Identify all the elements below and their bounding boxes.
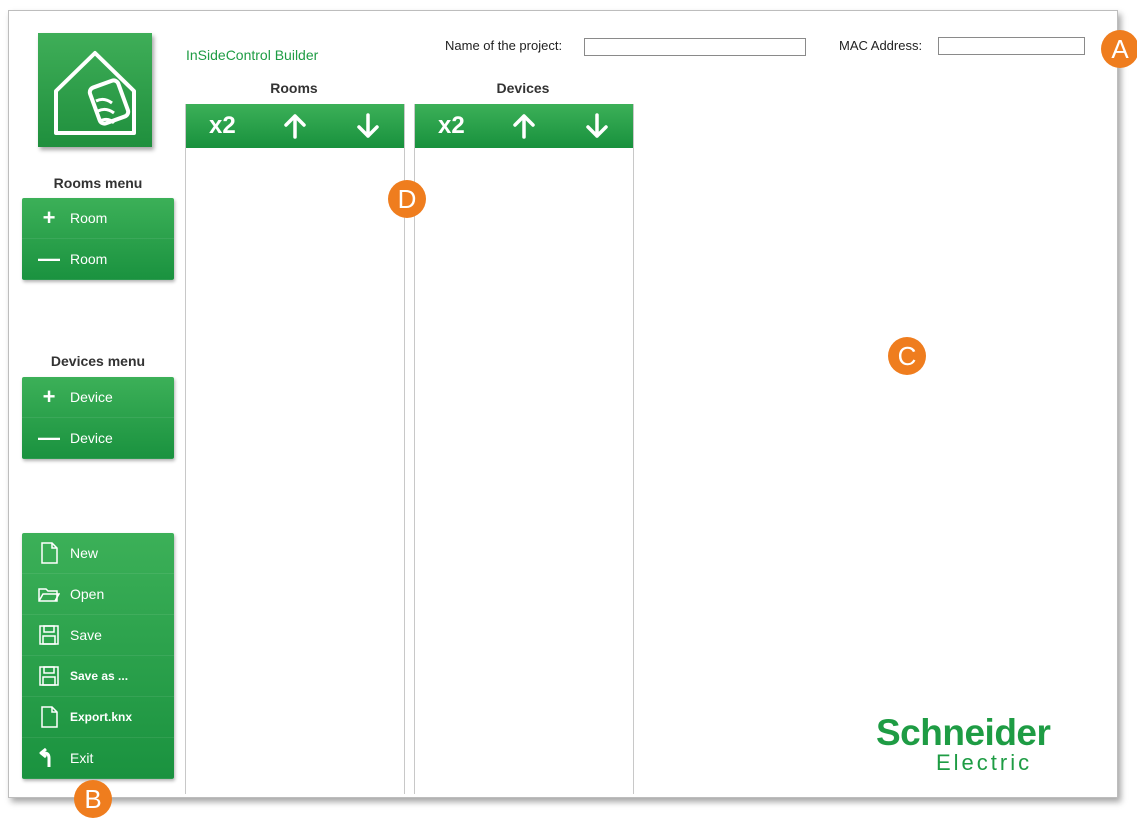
open-label: Open: [70, 586, 105, 602]
devices-menu: + Device — Device: [22, 377, 174, 459]
callout-a-badge: A: [1101, 30, 1137, 68]
callout-c-badge: C: [888, 337, 926, 375]
duplicate-room-button[interactable]: x2: [194, 104, 250, 148]
app-title: InSideControl Builder: [186, 47, 319, 63]
open-folder-icon: [38, 583, 60, 605]
app-logo: [38, 33, 152, 147]
move-device-up-button[interactable]: [496, 104, 552, 148]
new-button[interactable]: New: [22, 533, 174, 574]
save-button[interactable]: Save: [22, 615, 174, 656]
save-as-label: Save as ...: [70, 669, 129, 683]
remove-room-label: Room: [70, 251, 108, 267]
move-device-down-button[interactable]: [569, 104, 625, 148]
rooms-column-title: Rooms: [270, 80, 318, 96]
devices-toolbar: x2: [415, 104, 633, 148]
file-menu: New Open Save Save as ... Export.knx Exi…: [22, 533, 174, 779]
new-label: New: [70, 545, 99, 561]
project-name-input[interactable]: [584, 38, 806, 56]
mac-address-label: MAC Address:: [839, 38, 923, 53]
remove-room-button[interactable]: — Room: [22, 239, 174, 280]
rooms-list[interactable]: [186, 148, 404, 794]
minus-icon: —: [38, 246, 60, 271]
rooms-toolbar: x2: [186, 104, 404, 148]
devices-column-title: Devices: [496, 80, 550, 96]
move-room-down-button[interactable]: [340, 104, 396, 148]
add-device-label: Device: [70, 389, 113, 405]
callout-d-badge: D: [388, 180, 426, 218]
duplicate-device-button[interactable]: x2: [423, 104, 479, 148]
save-disk-icon: [38, 624, 60, 646]
devices-panel[interactable]: x2: [414, 104, 634, 794]
minus-icon: —: [38, 425, 60, 450]
arrow-up-icon: [513, 114, 535, 139]
plus-icon: +: [42, 384, 56, 409]
callout-b-badge: B: [74, 780, 112, 818]
add-room-label: Room: [70, 210, 108, 226]
rooms-menu: + Room — Room: [22, 198, 174, 280]
brand-line2: Electric: [936, 750, 1033, 775]
project-name-label: Name of the project:: [445, 38, 563, 53]
arrow-down-icon: [356, 113, 379, 138]
schneider-electric-logo: Schneider Electric: [876, 712, 1051, 775]
plus-icon: +: [42, 205, 56, 230]
save-label: Save: [70, 627, 102, 643]
export-knx-label: Export.knx: [70, 710, 133, 724]
arrow-up-icon: [284, 114, 306, 139]
new-file-icon: [38, 542, 60, 564]
rooms-menu-title: Rooms menu: [53, 175, 143, 191]
export-knx-button[interactable]: Export.knx: [22, 697, 174, 738]
move-room-up-button[interactable]: [267, 104, 323, 148]
remove-device-label: Device: [70, 430, 113, 446]
open-button[interactable]: Open: [22, 574, 174, 615]
exit-label: Exit: [70, 750, 94, 766]
exit-arrow-icon: [38, 747, 60, 769]
brand-line1: Schneider: [876, 712, 1051, 753]
rooms-panel[interactable]: x2: [185, 104, 405, 794]
arrow-down-icon: [585, 113, 608, 138]
devices-menu-title: Devices menu: [50, 353, 146, 369]
remove-device-button[interactable]: — Device: [22, 418, 174, 459]
add-device-button[interactable]: + Device: [22, 377, 174, 418]
devices-list[interactable]: [415, 148, 633, 794]
save-as-button[interactable]: Save as ...: [22, 656, 174, 697]
export-file-icon: [38, 706, 60, 728]
exit-button[interactable]: Exit: [22, 738, 174, 779]
house-hand-icon: [54, 51, 136, 135]
save-as-disk-icon: [38, 665, 60, 687]
mac-address-input[interactable]: [938, 37, 1085, 55]
add-room-button[interactable]: + Room: [22, 198, 174, 239]
